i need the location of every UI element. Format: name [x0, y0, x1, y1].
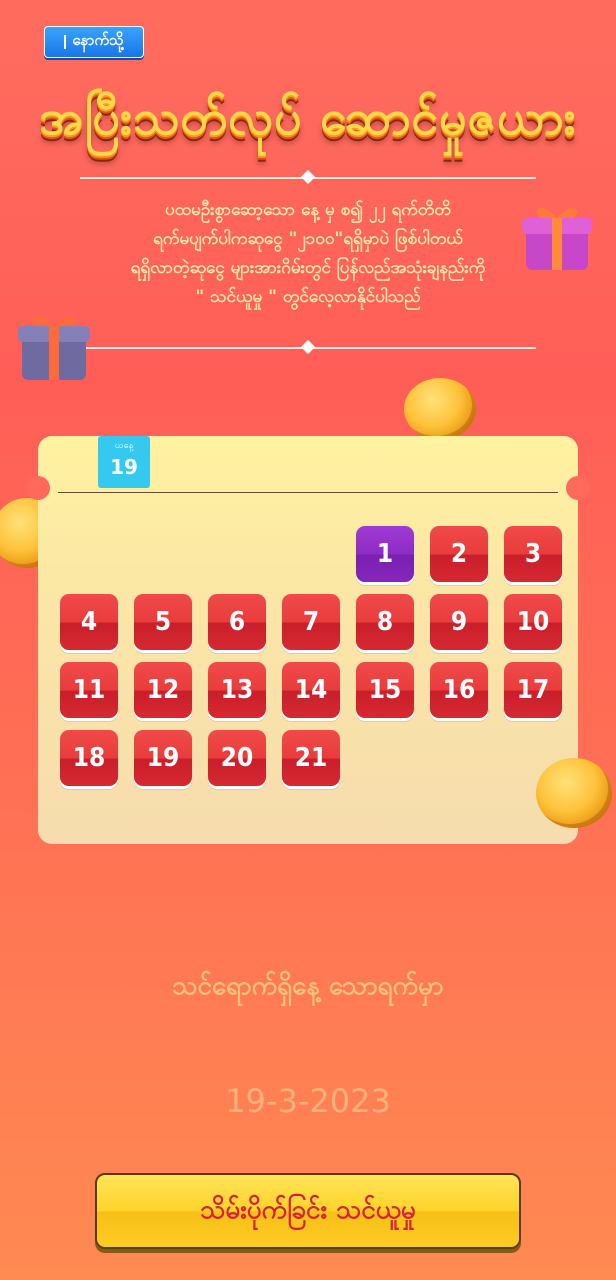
day-cell[interactable]: 13 — [208, 662, 266, 718]
description-line: ပထမဦးစွာဆော့သော နေ့ မှ စ၍ ၂၂ ရက်တိတိ — [165, 200, 451, 220]
day-cell[interactable]: 3 — [504, 526, 562, 582]
description-line: ရက်မပျက်ပါကဆုငွေ "၂၁၀၀"ရရှိမှာပဲ ဖြစ်ပါတ… — [153, 229, 463, 249]
back-label: နောက်သို့ — [72, 31, 124, 49]
day-cell[interactable]: 19 — [134, 730, 192, 786]
day-cell[interactable]: 12 — [134, 662, 192, 718]
day-cell[interactable]: 5 — [134, 594, 192, 650]
gift-icon — [522, 208, 592, 270]
current-date: 19-3-2023 — [225, 1082, 391, 1120]
page-title: အပြီးသတ်လုပ် ဆောင်မှုဇယား — [39, 90, 577, 146]
today-badge: ယနေ့ 19 — [98, 436, 150, 488]
day-cell[interactable]: 2 — [430, 526, 488, 582]
day-cell[interactable]: 20 — [208, 730, 266, 786]
card-notch — [566, 476, 590, 500]
day-cell[interactable]: 4 — [60, 594, 118, 650]
diamond-icon — [300, 339, 316, 355]
today-label: ယနေ့ — [114, 441, 134, 451]
day-cell[interactable]: 16 — [430, 662, 488, 718]
description-line: " သင်ယူမှု " တွင်လေ့လာနိုင်ပါသည် — [195, 287, 421, 307]
diamond-icon — [300, 169, 316, 185]
back-button[interactable]: နောက်သို့ — [44, 26, 144, 58]
day-cell[interactable]: 10 — [504, 594, 562, 650]
day-cell[interactable]: 1 — [356, 526, 414, 582]
coin-icon — [536, 758, 612, 828]
day-cell[interactable]: 8 — [356, 594, 414, 650]
description: ပထမဦးစွာဆော့သော နေ့ မှ စ၍ ၂၂ ရက်တိတိ ရက်… — [100, 196, 516, 312]
calendar-card: ယနေ့ 19 1 2 3 4 5 6 7 8 9 10 11 12 13 14 15 16 17 18 19 20 2… — [26, 436, 590, 844]
day-cell[interactable]: 21 — [282, 730, 340, 786]
current-day-message: သင်ရောက်ရှိနေ့ သောရက်မှာ — [172, 971, 444, 1001]
coin-icon — [404, 378, 476, 440]
day-cell[interactable]: 11 — [60, 662, 118, 718]
description-line: ရရှိလာတဲ့ဆုငွေ များအားဂိမ်းတွင် ပြန်လည်အ… — [130, 258, 486, 278]
day-cell[interactable]: 6 — [208, 594, 266, 650]
card-separator — [58, 492, 558, 493]
divider-bottom — [80, 339, 536, 355]
day-cell[interactable]: 7 — [282, 594, 340, 650]
claim-label: သိမ်းပိုက်ခြင်း သင်ယူမှု — [200, 1194, 416, 1225]
gift-icon — [18, 316, 90, 380]
divider-top — [80, 169, 536, 185]
day-cell[interactable]: 17 — [504, 662, 562, 718]
claim-button[interactable]: သိမ်းပိုက်ခြင်း သင်ယူမှု — [95, 1173, 521, 1249]
day-cell[interactable]: 15 — [356, 662, 414, 718]
day-cell[interactable]: 14 — [282, 662, 340, 718]
today-day: 19 — [110, 455, 138, 479]
card-notch — [26, 476, 50, 500]
back-bar-icon — [64, 35, 67, 49]
day-cell[interactable]: 18 — [60, 730, 118, 786]
day-cell[interactable]: 9 — [430, 594, 488, 650]
